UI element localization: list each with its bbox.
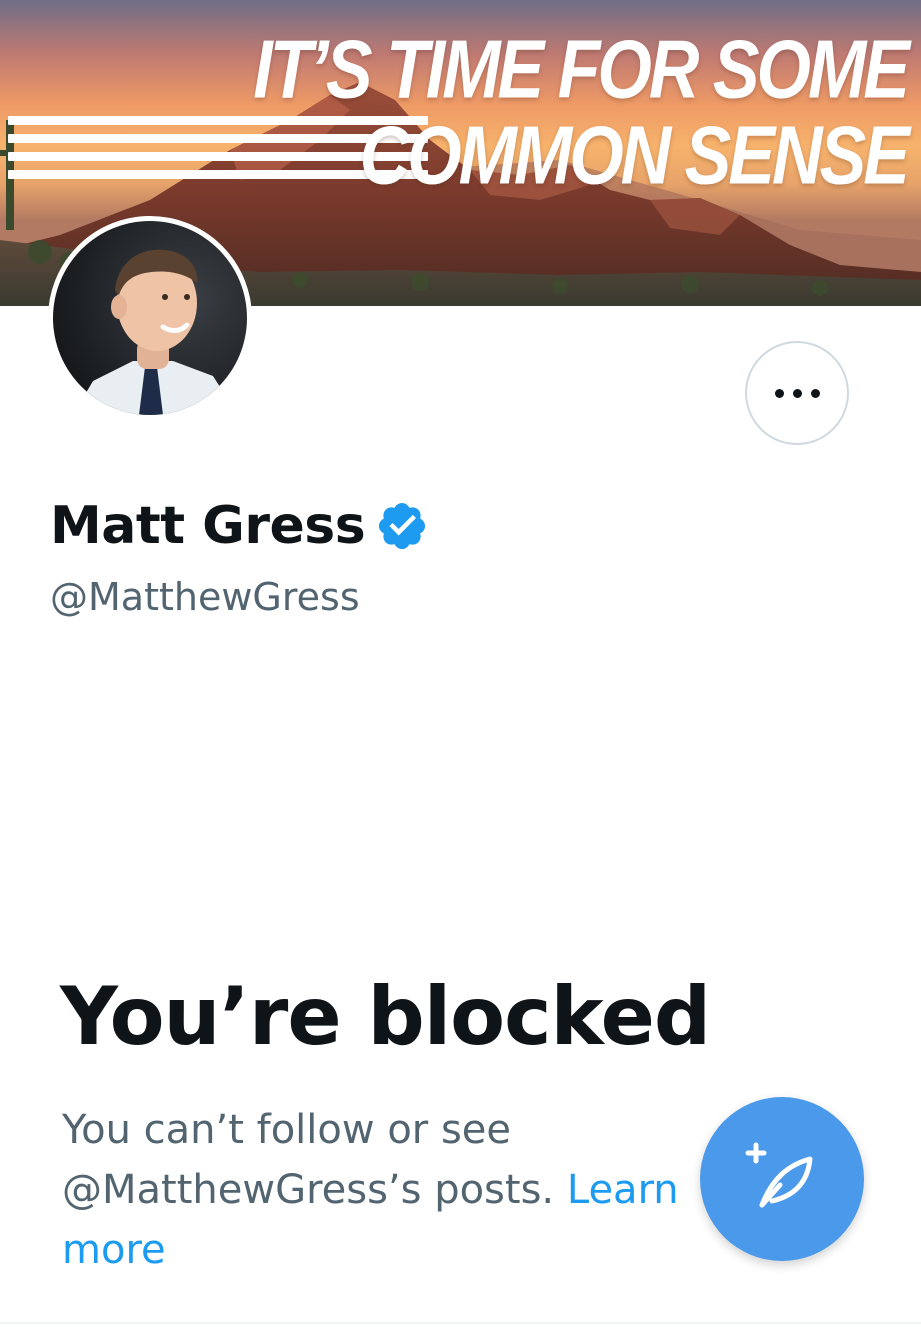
blocked-message: You can’t follow or see @MatthewGress’s … [62,1107,555,1213]
banner-slogan-line-2: COMMON SENSE [359,109,910,202]
more-horizontal-icon [774,388,820,398]
blocked-message-block: You can’t follow or see @MatthewGress’s … [62,1100,702,1280]
verified-badge-icon [379,502,426,550]
bottom-divider [0,1322,921,1324]
profile-handle: @MatthewGress [50,575,360,619]
compose-post-button[interactable] [700,1097,864,1261]
blocked-title: You’re blocked [60,970,711,1063]
avatar-photo [53,221,247,415]
more-options-button[interactable] [745,341,849,445]
compose-post-icon [745,1142,813,1208]
banner-slogan-line-1: IT’S TIME FOR SOME [253,23,910,116]
profile-avatar[interactable] [48,216,252,420]
display-name: Matt Gress [50,496,366,556]
profile-name-row: Matt Gress [50,496,429,556]
